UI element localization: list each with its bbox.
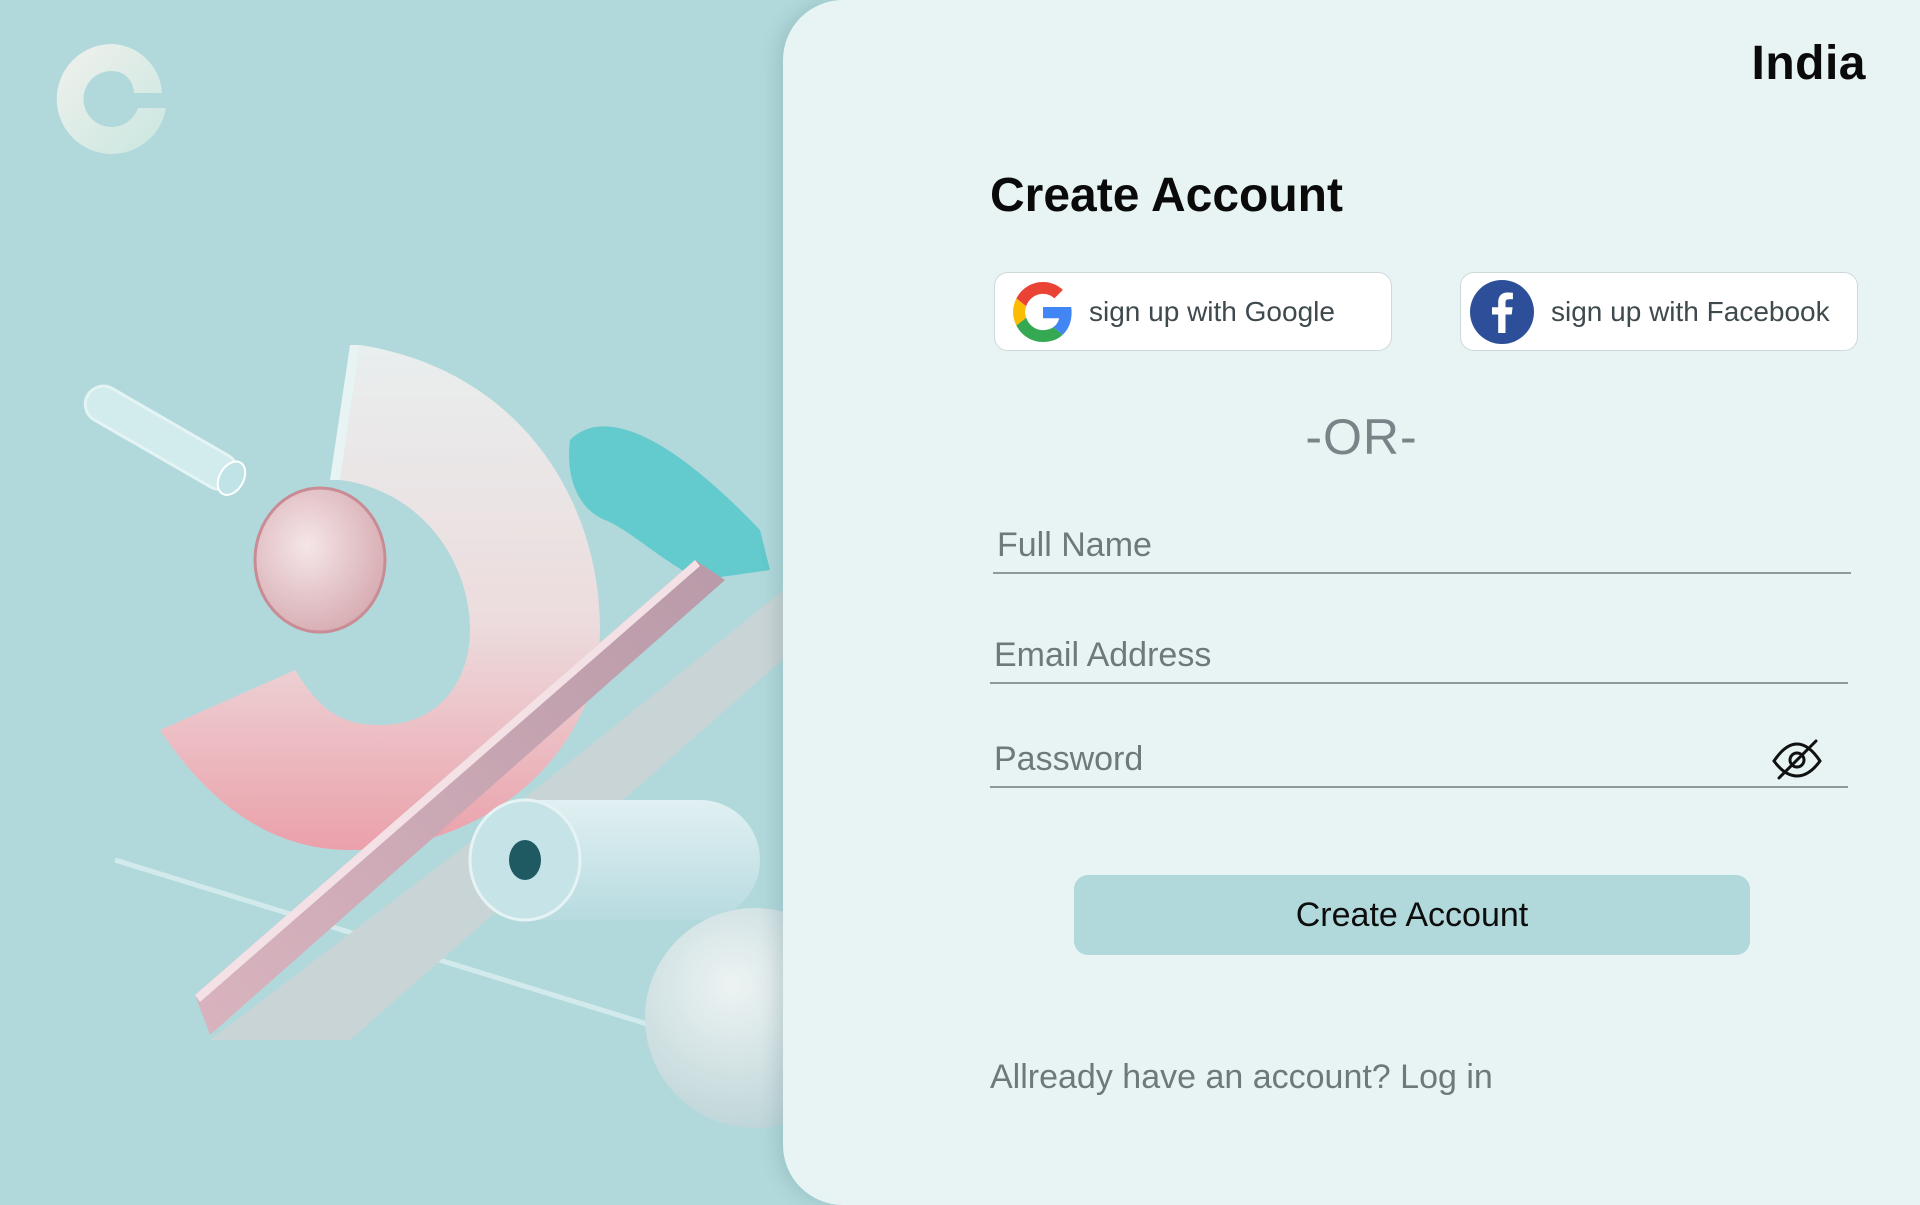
email-field — [990, 632, 1848, 684]
full-name-field — [993, 522, 1851, 574]
password-input[interactable] — [990, 736, 1848, 782]
illustration-panel — [0, 0, 911, 1205]
login-prompt-text: Allready have an account? — [990, 1058, 1391, 1096]
full-name-input[interactable] — [993, 522, 1851, 568]
signup-card: India Create Account sign up with Google… — [783, 0, 1920, 1205]
eye-off-icon[interactable] — [1770, 736, 1824, 782]
facebook-signup-button[interactable]: sign up with Facebook — [1460, 272, 1858, 351]
google-icon — [1013, 281, 1072, 342]
page-title: Create Account — [990, 169, 1343, 222]
create-account-button[interactable]: Create Account — [1074, 875, 1750, 955]
login-link[interactable]: Log in — [1400, 1058, 1493, 1096]
google-signup-label: sign up with Google — [1089, 295, 1335, 327]
login-prompt: Allready have an account? Log in — [990, 1058, 1493, 1097]
email-input[interactable] — [990, 632, 1848, 678]
facebook-signup-label: sign up with Facebook — [1551, 295, 1830, 327]
region-label[interactable]: India — [1751, 36, 1866, 91]
password-field — [990, 736, 1848, 788]
brand-logo — [56, 44, 167, 154]
google-signup-button[interactable]: sign up with Google — [994, 272, 1392, 351]
or-divider: -OR- — [1305, 409, 1418, 465]
facebook-icon — [1470, 279, 1534, 344]
